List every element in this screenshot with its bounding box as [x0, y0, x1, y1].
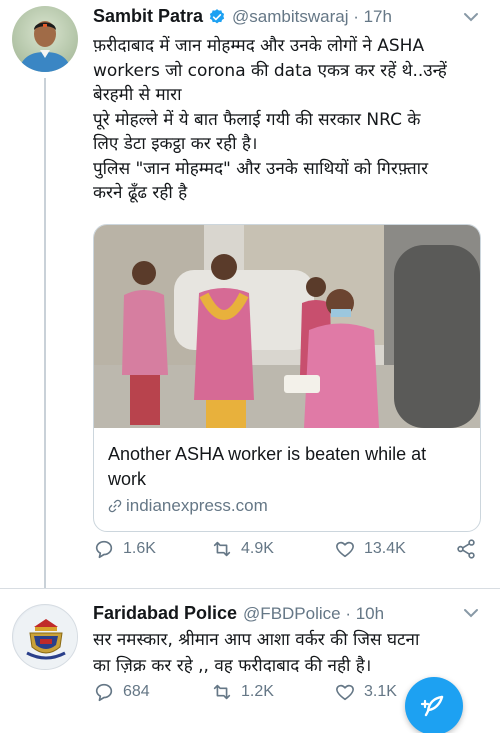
- author-handle-time[interactable]: @FBDPolice · 10h: [243, 604, 384, 624]
- retweet-icon: [213, 684, 231, 700]
- share-icon: [457, 539, 475, 559]
- heart-icon: [336, 541, 354, 558]
- tweet-text-line: फ़रीदाबाद में जान मोहम्मद और उनके लोगों …: [93, 36, 425, 56]
- compose-feather-icon: [420, 695, 444, 717]
- retweet-count: 1.2K: [241, 683, 274, 700]
- link-preview-card[interactable]: Another ASHA worker is beaten while at w…: [93, 224, 481, 532]
- like-count: 13.4K: [364, 540, 406, 557]
- retweet-button[interactable]: 1.2K: [211, 681, 274, 703]
- like-count: 3.1K: [364, 683, 397, 700]
- tweet-text-line: का ज़िक्र कर रहे ,, वह फरीदाबाद की नही ह…: [93, 656, 372, 676]
- tweet-text: फ़रीदाबाद में जान मोहम्मद और उनके लोगों …: [93, 34, 483, 206]
- heart-icon: [336, 684, 354, 701]
- reply-button[interactable]: 684: [93, 681, 150, 703]
- tweet-text-line: लिए डेटा इकट्ठा कर रही है।: [93, 134, 258, 154]
- verified-badge-icon: [209, 8, 225, 23]
- tweet-header: Sambit Patra @sambitswaraj · 17h: [93, 6, 392, 27]
- author-name[interactable]: Faridabad Police: [93, 603, 237, 624]
- police-emblem-icon: [14, 606, 77, 669]
- link-icon: [108, 499, 122, 513]
- tweet-text-line: सर नमस्कार, श्रीमान आप आशा वर्कर की जिस …: [93, 630, 420, 650]
- chevron-down-icon[interactable]: [462, 10, 480, 24]
- tweet-text: सर नमस्कार, श्रीमान आप आशा वर्कर की जिस …: [93, 627, 483, 679]
- author-handle-time[interactable]: @sambitswaraj · 17h: [232, 7, 392, 27]
- like-button[interactable]: 3.1K: [334, 681, 397, 703]
- share-button[interactable]: [455, 538, 485, 560]
- tweet-text-line: पूरे मोहल्ले में ये बात फैलाई गयी की सरक…: [93, 109, 421, 130]
- tweet-text-line: पुलिस "जान मोहम्मद" और उनके साथियों को ग…: [93, 158, 429, 179]
- author-name[interactable]: Sambit Patra: [93, 6, 203, 27]
- like-button[interactable]: 13.4K: [334, 538, 406, 560]
- reply-button[interactable]: 1.6K: [93, 538, 156, 560]
- retweet-icon: [213, 541, 231, 557]
- avatar[interactable]: [12, 604, 78, 670]
- reply-icon: [95, 540, 113, 559]
- card-title[interactable]: Another ASHA worker is beaten while at w…: [108, 442, 468, 492]
- chevron-down-icon[interactable]: [462, 606, 480, 620]
- tweet-header: Faridabad Police @FBDPolice · 10h: [93, 603, 384, 624]
- person-avatar-icon: [18, 21, 72, 72]
- card-domain-text: indianexpress.com: [126, 496, 268, 515]
- avatar[interactable]: [12, 6, 78, 72]
- asha-workers-photo: [94, 225, 480, 428]
- card-domain[interactable]: indianexpress.com: [108, 496, 268, 516]
- tweet-text-line: workers जो corona की data एकत्र कर रहें …: [93, 60, 447, 81]
- thread-connector-line: [44, 78, 46, 588]
- reply-count: 1.6K: [123, 540, 156, 557]
- tweet-sambit-patra[interactable]: Sambit Patra @sambitswaraj · 17h फ़रीदाब…: [0, 0, 500, 588]
- retweet-count: 4.9K: [241, 540, 274, 557]
- compose-tweet-button[interactable]: [405, 677, 463, 733]
- tweet-text-line: करने ढूँढ रही है: [93, 183, 188, 203]
- retweet-button[interactable]: 4.9K: [211, 538, 274, 560]
- reply-icon: [95, 683, 113, 702]
- reply-count: 684: [123, 683, 150, 700]
- tweet-text-line: बेरहमी से मारा: [93, 85, 182, 105]
